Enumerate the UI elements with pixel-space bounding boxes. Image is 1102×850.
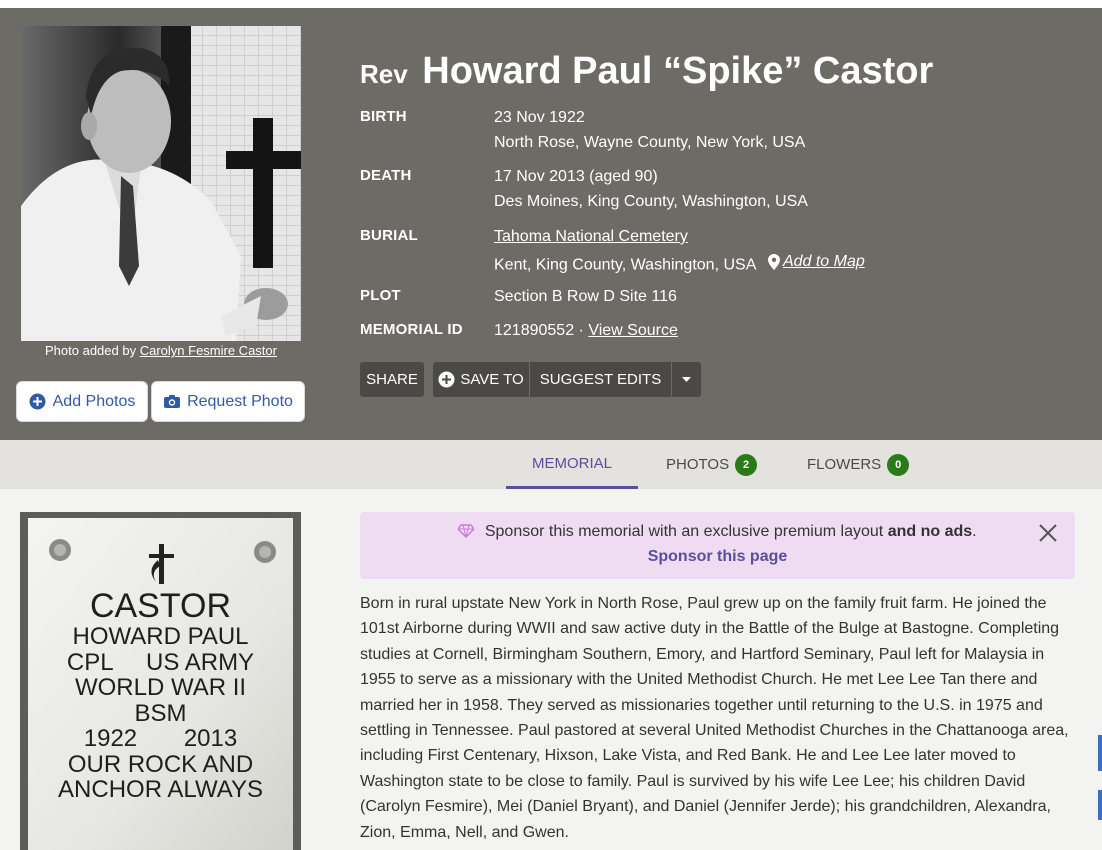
burial-label: BURIAL — [360, 227, 418, 244]
plus-circle-icon — [29, 393, 47, 411]
birth-label: BIRTH — [360, 108, 407, 125]
photo-credit-link[interactable]: Carolyn Fesmire Castor — [140, 343, 277, 358]
memorial-tabs: MEMORIAL PHOTOS 2 FLOWERS 0 — [0, 440, 1102, 489]
name-prefix: Rev — [360, 59, 408, 89]
tab-memorial-label: MEMORIAL — [531, 454, 612, 472]
sponsor-banner: Sponsor this memorial with an exclusive … — [360, 512, 1075, 579]
view-source-link[interactable]: View Source — [588, 322, 678, 339]
share-label: SHARE — [366, 371, 418, 388]
death-label: DEATH — [360, 167, 412, 184]
headstone-line: BSM — [134, 699, 187, 727]
sponsor-text-bold: and no ads — [887, 523, 973, 540]
portrait-photo[interactable] — [21, 26, 301, 341]
add-photos-button[interactable]: Add Photos — [16, 381, 148, 422]
camera-icon — [163, 393, 181, 411]
share-button[interactable]: SHARE — [360, 362, 424, 397]
scroll-indicator[interactable] — [1098, 735, 1102, 771]
birth-date: 23 Nov 1922 — [494, 109, 585, 126]
map-pin-icon — [767, 253, 780, 270]
headstone-surname: CASTOR — [89, 587, 232, 625]
save-to-button[interactable]: SAVE TO — [433, 362, 529, 397]
death-date: 17 Nov 2013 (aged 90) — [494, 168, 658, 185]
sponsor-text: Sponsor this memorial with an exclusive … — [360, 523, 1075, 541]
tab-flowers[interactable]: FLOWERS 0 — [807, 440, 910, 489]
memorial-title: Rev Howard Paul “Spike” Castor — [360, 50, 933, 93]
add-photos-label: Add Photos — [52, 392, 136, 410]
burial-place: Kent, King County, Washington, USA — [494, 256, 756, 274]
photo-credit: Photo added by Carolyn Fesmire Castor — [0, 343, 322, 358]
tab-flowers-label: FLOWERS — [807, 456, 882, 473]
death-value: 17 Nov 2013 (aged 90) Des Moines, King C… — [494, 164, 808, 214]
plot-label: PLOT — [360, 287, 401, 304]
birth-value: 23 Nov 1922 North Rose, Wayne County, Ne… — [494, 105, 805, 155]
death-place: Des Moines, King County, Washington, USA — [494, 193, 808, 210]
cemetery-link[interactable]: Tahoma National Cemetery — [494, 228, 688, 245]
memorial-id-label: MEMORIAL ID — [360, 321, 463, 338]
plot-value: Section B Row D Site 116 — [494, 288, 677, 305]
photo-credit-prefix: Photo added by — [45, 343, 137, 358]
sponsor-text-end: . — [972, 523, 977, 540]
headstone-line: OUR ROCK AND — [67, 750, 254, 778]
sponsor-text-main: Sponsor this memorial with an exclusive … — [484, 523, 884, 540]
memorial-id-value: 121890552 · View Source — [494, 318, 678, 343]
diamond-icon — [458, 524, 475, 538]
suggest-edits-label: SUGGEST EDITS — [539, 371, 662, 388]
add-to-map-label: Add to Map — [782, 253, 865, 270]
request-photo-button[interactable]: Request Photo — [151, 381, 305, 422]
more-actions-dropdown[interactable] — [672, 362, 701, 397]
suggest-edits-button[interactable]: SUGGEST EDITS — [530, 362, 671, 397]
tab-photos[interactable]: PHOTOS 2 — [666, 440, 758, 489]
caret-down-icon — [682, 376, 691, 383]
close-icon[interactable] — [1037, 522, 1059, 544]
photos-count-badge: 2 — [735, 453, 758, 476]
biography-text: Born in rural upstate New York in North … — [360, 595, 1069, 841]
top-strip — [0, 0, 1102, 8]
burial-value: Tahoma National Cemetery Kent, King Coun… — [494, 224, 865, 278]
headstone-line: HOWARD PAUL — [72, 623, 249, 650]
memorial-name: Howard Paul “Spike” Castor — [422, 50, 934, 92]
scroll-indicator[interactable] — [1098, 790, 1102, 820]
birth-place: North Rose, Wayne County, New York, USA — [494, 134, 806, 151]
save-to-label: SAVE TO — [460, 371, 524, 388]
headstone-line: WORLD WAR II — [74, 674, 247, 701]
headstone-line: ANCHOR ALWAYS — [58, 776, 263, 803]
request-photo-label: Request Photo — [187, 392, 293, 410]
headstone-line: CPL US ARMY — [66, 648, 255, 676]
sponsor-page-link[interactable]: Sponsor this page — [360, 548, 1075, 566]
tab-photos-label: PHOTOS — [666, 456, 730, 473]
add-to-map-link[interactable]: Add to Map — [767, 249, 865, 274]
tab-memorial[interactable]: MEMORIAL — [506, 440, 638, 489]
flowers-count-badge: 0 — [887, 453, 910, 476]
memorial-id: 121890552 · — [494, 322, 584, 339]
headstone-line: 1922 2013 — [83, 725, 238, 752]
plus-circle-icon — [438, 371, 455, 388]
headstone-photo[interactable]: CASTOR HOWARD PAUL CPL US ARMY WORLD WAR… — [20, 512, 301, 850]
headstone-inscription: CASTOR HOWARD PAUL CPL US ARMY WORLD WAR… — [20, 588, 301, 803]
